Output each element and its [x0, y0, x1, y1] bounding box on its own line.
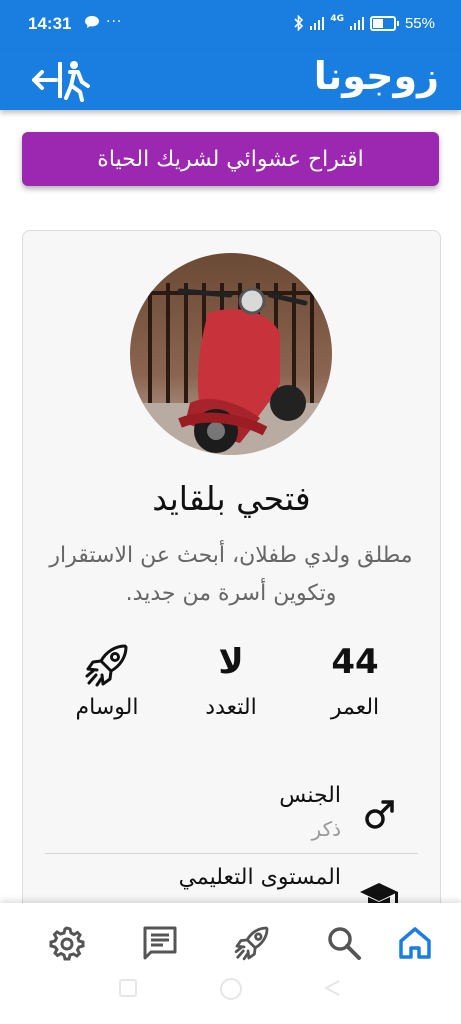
rocket-icon	[234, 926, 269, 961]
battery-icon	[369, 15, 399, 31]
battery-percent: 55%	[404, 14, 435, 32]
stat-badge-label: الوسام	[75, 695, 139, 720]
random-suggestion-button[interactable]: اقتراح عشوائي لشريك الحياة	[22, 132, 439, 186]
more-dots-icon: ···	[106, 14, 123, 30]
search-icon	[328, 927, 361, 960]
settings-icon	[49, 926, 85, 961]
messages-icon	[143, 926, 177, 960]
rocket-icon	[47, 639, 167, 687]
status-system-icons: 4G 55%	[294, 14, 435, 32]
male-icon	[365, 800, 394, 829]
signal-icon-2	[349, 16, 364, 30]
system-recents-icon[interactable]	[118, 978, 138, 998]
system-home-icon[interactable]	[218, 976, 244, 1002]
stat-polygamy-value: لا	[218, 642, 244, 682]
info-gender-value: ذكر	[311, 817, 341, 841]
app-title: زوجونا	[313, 54, 439, 98]
stat-age: 44 العمر	[295, 639, 415, 720]
bottom-navigation	[0, 903, 461, 1024]
app-bar: زوجونا	[0, 50, 461, 110]
status-notification-icons: ···	[84, 14, 122, 30]
profile-card: فتحي بلقايد مطلق ولدي طفلان، أبحث عن الا…	[22, 230, 441, 952]
profile-bio: مطلق ولدي طفلان، أبحث عن الاستقرار وتكوي…	[49, 543, 413, 606]
nav-messages[interactable]	[140, 923, 180, 963]
nav-search[interactable]	[324, 923, 364, 963]
system-back-icon[interactable]	[322, 978, 342, 998]
stat-age-value: 44	[331, 642, 379, 682]
avatar-photo	[130, 253, 332, 455]
stat-polygamy: لا التعدد	[171, 639, 291, 720]
stat-badge[interactable]: الوسام	[47, 639, 167, 720]
status-bar: 14:31 ··· 4G 55%	[0, 0, 461, 50]
profile-avatar[interactable]	[130, 253, 332, 455]
stat-polygamy-label: التعدد	[205, 695, 257, 720]
nav-badges[interactable]	[232, 923, 272, 963]
info-row-gender: الجنس ذكر	[45, 779, 419, 845]
exit-walk-icon	[32, 61, 90, 102]
info-education-title: المستوى التعليمي	[178, 865, 341, 890]
profile-name: فتحي بلقايد	[152, 479, 311, 518]
stat-age-label: العمر	[330, 695, 380, 720]
network-type: 4G	[330, 14, 344, 24]
status-time: 14:31	[28, 14, 72, 33]
home-icon	[399, 927, 431, 959]
info-gender-title: الجنس	[279, 783, 341, 808]
exit-button[interactable]	[30, 58, 90, 102]
bluetooth-icon	[294, 15, 304, 31]
nav-settings[interactable]	[47, 923, 87, 963]
signal-icon	[310, 16, 325, 30]
chat-bubble-icon	[85, 16, 99, 28]
nav-home[interactable]	[395, 923, 435, 963]
info-divider	[45, 853, 418, 854]
